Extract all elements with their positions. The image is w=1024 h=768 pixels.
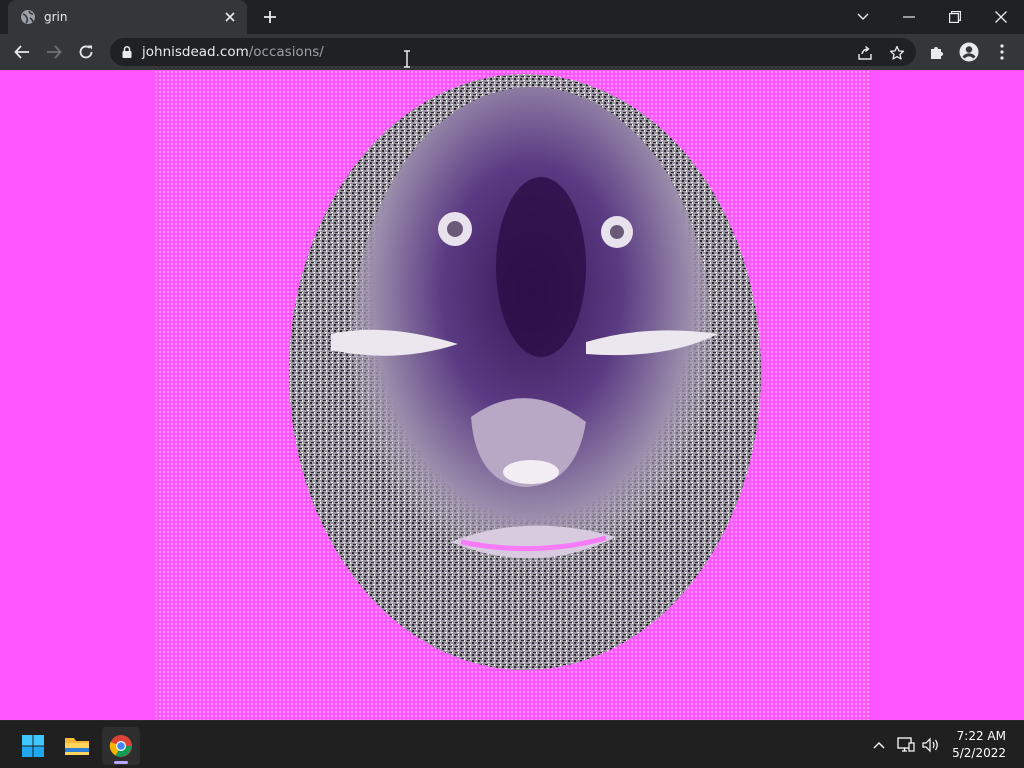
browser-toolbar: johnisdead.com/occasions/ [0, 34, 1024, 70]
url-path: /occasions/ [248, 44, 324, 60]
globe-icon [21, 10, 35, 24]
windows-logo-icon [22, 735, 44, 757]
clock-date: 5/2/2022 [952, 746, 1006, 760]
folder-icon [65, 738, 89, 755]
text-cursor-icon [404, 50, 410, 68]
tab-search-chevron-icon[interactable] [840, 0, 886, 34]
clock-time: 7:22 AM [956, 729, 1006, 743]
tab-strip: grin [0, 0, 1024, 34]
windows-taskbar: 7:22 AM 5/2/2022 [0, 720, 1024, 768]
system-clock[interactable]: 7:22 AM 5/2/2022 [936, 728, 1006, 762]
tab-grin[interactable]: grin [8, 0, 247, 34]
profile-avatar-icon[interactable] [956, 39, 982, 65]
network-icon[interactable] [896, 735, 916, 755]
file-explorer-button[interactable] [58, 727, 96, 765]
new-tab-button[interactable] [258, 5, 282, 29]
tab-title: grin [44, 10, 68, 24]
bookmark-star-icon[interactable] [888, 44, 906, 62]
address-bar[interactable]: johnisdead.com/occasions/ [110, 38, 916, 66]
forward-button[interactable] [39, 37, 69, 67]
chrome-icon [109, 735, 132, 757]
tab-close-icon[interactable] [221, 8, 239, 26]
share-icon[interactable] [856, 44, 874, 62]
page-content [0, 70, 1024, 720]
reload-button[interactable] [71, 37, 101, 67]
back-button[interactable] [7, 37, 37, 67]
distorted-face-image [289, 74, 761, 670]
lock-icon[interactable] [120, 45, 134, 59]
close-window-button[interactable] [978, 0, 1024, 34]
restore-button[interactable] [932, 0, 978, 34]
active-app-indicator [114, 761, 128, 764]
show-hidden-icons-chevron-icon[interactable] [869, 735, 889, 755]
minimize-button[interactable] [886, 0, 932, 34]
chrome-taskbar-button[interactable] [102, 727, 140, 765]
url-text[interactable]: johnisdead.com/occasions/ [142, 44, 324, 60]
extensions-puzzle-icon[interactable] [924, 39, 950, 65]
start-button[interactable] [14, 727, 52, 765]
menu-kebab-icon[interactable] [989, 39, 1015, 65]
url-domain: johnisdead.com [142, 44, 249, 60]
